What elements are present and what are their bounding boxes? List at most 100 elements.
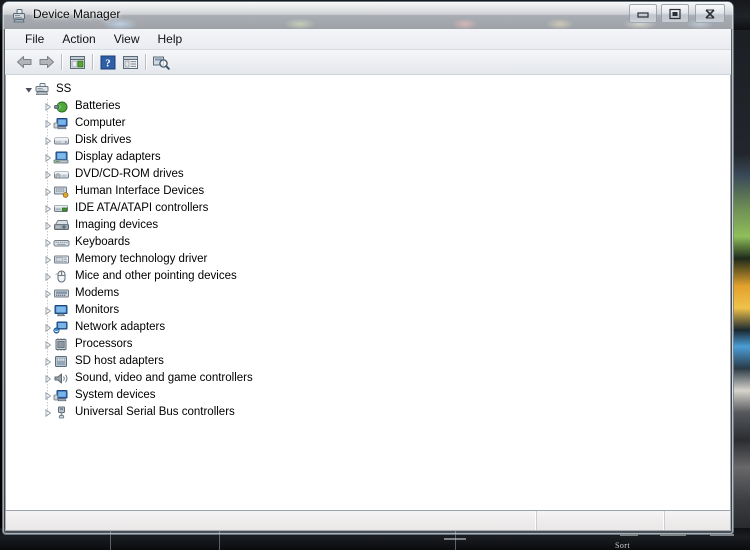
tree-node-label: SD host adapters	[75, 355, 164, 367]
tree-children-container: Batteries Computer Disk drives Display adap…	[6, 98, 730, 421]
system-device-icon	[53, 388, 70, 404]
mouse-icon	[53, 269, 70, 285]
tree-node-label: Human Interface Devices	[75, 185, 205, 197]
menu-view[interactable]: View	[105, 31, 149, 48]
properties-icon	[69, 55, 85, 69]
disk-drive-icon	[53, 133, 70, 149]
tree-node-label: Display adapters	[75, 151, 161, 163]
device-tree-panel[interactable]: SS Batteries Computer Disk drives Display a…	[5, 75, 731, 510]
desktop-wallpaper-strip	[732, 0, 750, 550]
tree-node-monitors[interactable]: Monitors	[6, 302, 730, 319]
sound-controller-icon	[53, 371, 70, 387]
dvd-drive-icon	[53, 167, 70, 183]
sd-host-adapter-icon	[53, 354, 70, 370]
tree-node-disk-drives[interactable]: Disk drives	[6, 132, 730, 149]
menu-file[interactable]: File	[16, 31, 53, 48]
toolbar: ?	[5, 50, 731, 75]
device-manager-window: Device Manager File Action View Help ? S…	[3, 2, 733, 534]
window-title: Device Manager	[33, 7, 121, 21]
device-tree[interactable]: SS Batteries Computer Disk drives Display a…	[6, 75, 730, 421]
console-tree-icon	[122, 55, 138, 69]
tree-node-sd-host-adapters[interactable]: SD host adapters	[6, 353, 730, 370]
taskbar-item-1[interactable]	[444, 538, 466, 540]
tree-node-dvd-cd-rom-drives[interactable]: DVD/CD-ROM drives	[6, 166, 730, 183]
network-adapter-icon	[53, 320, 70, 336]
forward-arrow-icon	[39, 56, 54, 68]
computer-icon	[34, 82, 51, 98]
tree-root-node[interactable]: SS	[6, 81, 730, 98]
taskbar-item-3[interactable]	[620, 534, 638, 536]
taskbar-label: Sort	[615, 541, 630, 550]
tree-node-ide-ata-atapi-controllers[interactable]: IDE ATA/ATAPI controllers	[6, 200, 730, 217]
back-arrow-icon	[16, 56, 31, 68]
status-cell-2	[537, 511, 665, 530]
computer-device-icon	[53, 116, 70, 132]
tree-node-label: System devices	[75, 389, 156, 401]
tree-node-network-adapters[interactable]: Network adapters	[6, 319, 730, 336]
tree-node-display-adapters[interactable]: Display adapters	[6, 149, 730, 166]
tree-root-label: SS	[56, 83, 72, 95]
menu-action[interactable]: Action	[53, 31, 104, 48]
display-adapter-icon	[53, 150, 70, 166]
properties-button[interactable]	[66, 52, 88, 73]
tree-node-label: Computer	[75, 117, 126, 129]
hid-icon	[53, 184, 70, 200]
tree-node-mice-and-other-pointing-devices[interactable]: Mice and other pointing devices	[6, 268, 730, 285]
taskbar-item-5[interactable]	[710, 534, 734, 536]
close-button[interactable]	[695, 4, 725, 23]
toolbar-separator-3	[145, 54, 146, 70]
imaging-device-icon	[53, 218, 70, 234]
tree-node-human-interface-devices[interactable]: Human Interface Devices	[6, 183, 730, 200]
tree-node-keyboards[interactable]: Keyboards	[6, 234, 730, 251]
memory-driver-icon	[53, 252, 70, 268]
tree-node-batteries[interactable]: Batteries	[6, 98, 730, 115]
tree-node-system-devices[interactable]: System devices	[6, 387, 730, 404]
modem-icon	[53, 286, 70, 302]
tree-node-label: IDE ATA/ATAPI controllers	[75, 202, 209, 214]
tree-node-label: Imaging devices	[75, 219, 159, 231]
help-question-icon: ?	[100, 55, 116, 69]
menu-bar: File Action View Help	[5, 29, 731, 50]
usb-controller-icon	[53, 405, 70, 421]
tree-node-sound-video-and-game-controllers[interactable]: Sound, video and game controllers	[6, 370, 730, 387]
forward-button[interactable]	[35, 52, 57, 73]
scan-hardware-changes-button[interactable]	[150, 52, 172, 73]
status-message	[6, 511, 537, 530]
monitor-icon	[53, 303, 70, 319]
tree-node-universal-serial-bus-controllers[interactable]: Universal Serial Bus controllers	[6, 404, 730, 421]
battery-icon	[53, 99, 70, 115]
svg-text:?: ?	[105, 57, 111, 69]
device-manager-icon	[11, 7, 28, 24]
window-titlebar[interactable]: Device Manager	[3, 2, 733, 29]
tree-node-label: Memory technology driver	[75, 253, 208, 265]
maximize-button[interactable]	[661, 4, 689, 23]
tree-node-imaging-devices[interactable]: Imaging devices	[6, 217, 730, 234]
minimize-button[interactable]	[629, 4, 657, 23]
tree-connector-line	[47, 99, 48, 417]
back-button[interactable]	[13, 52, 35, 73]
tree-node-modems[interactable]: Modems	[6, 285, 730, 302]
tree-node-label: Network adapters	[75, 321, 166, 333]
tree-node-label: Batteries	[75, 100, 121, 112]
scan-hardware-icon	[153, 56, 170, 70]
tree-node-label: Monitors	[75, 304, 120, 316]
help-button[interactable]: ?	[97, 52, 119, 73]
expander-collapse-icon[interactable]	[23, 81, 34, 98]
processor-icon	[53, 337, 70, 353]
tree-node-label: Disk drives	[75, 134, 132, 146]
taskbar-item-4[interactable]	[660, 534, 686, 536]
tree-node-memory-technology-driver[interactable]: Memory technology driver	[6, 251, 730, 268]
toolbar-separator-1	[61, 54, 62, 70]
tree-node-label: Sound, video and game controllers	[75, 372, 253, 384]
tree-node-processors[interactable]: Processors	[6, 336, 730, 353]
tree-node-label: Mice and other pointing devices	[75, 270, 237, 282]
toolbar-separator-2	[92, 54, 93, 70]
tree-node-label: Modems	[75, 287, 120, 299]
tree-node-label: Processors	[75, 338, 133, 350]
tree-node-computer[interactable]: Computer	[6, 115, 730, 132]
show-hide-console-tree-button[interactable]	[119, 52, 141, 73]
tree-node-label: Keyboards	[75, 236, 130, 248]
menu-help[interactable]: Help	[149, 31, 192, 48]
ide-controller-icon	[53, 201, 70, 217]
status-bar	[5, 510, 731, 531]
